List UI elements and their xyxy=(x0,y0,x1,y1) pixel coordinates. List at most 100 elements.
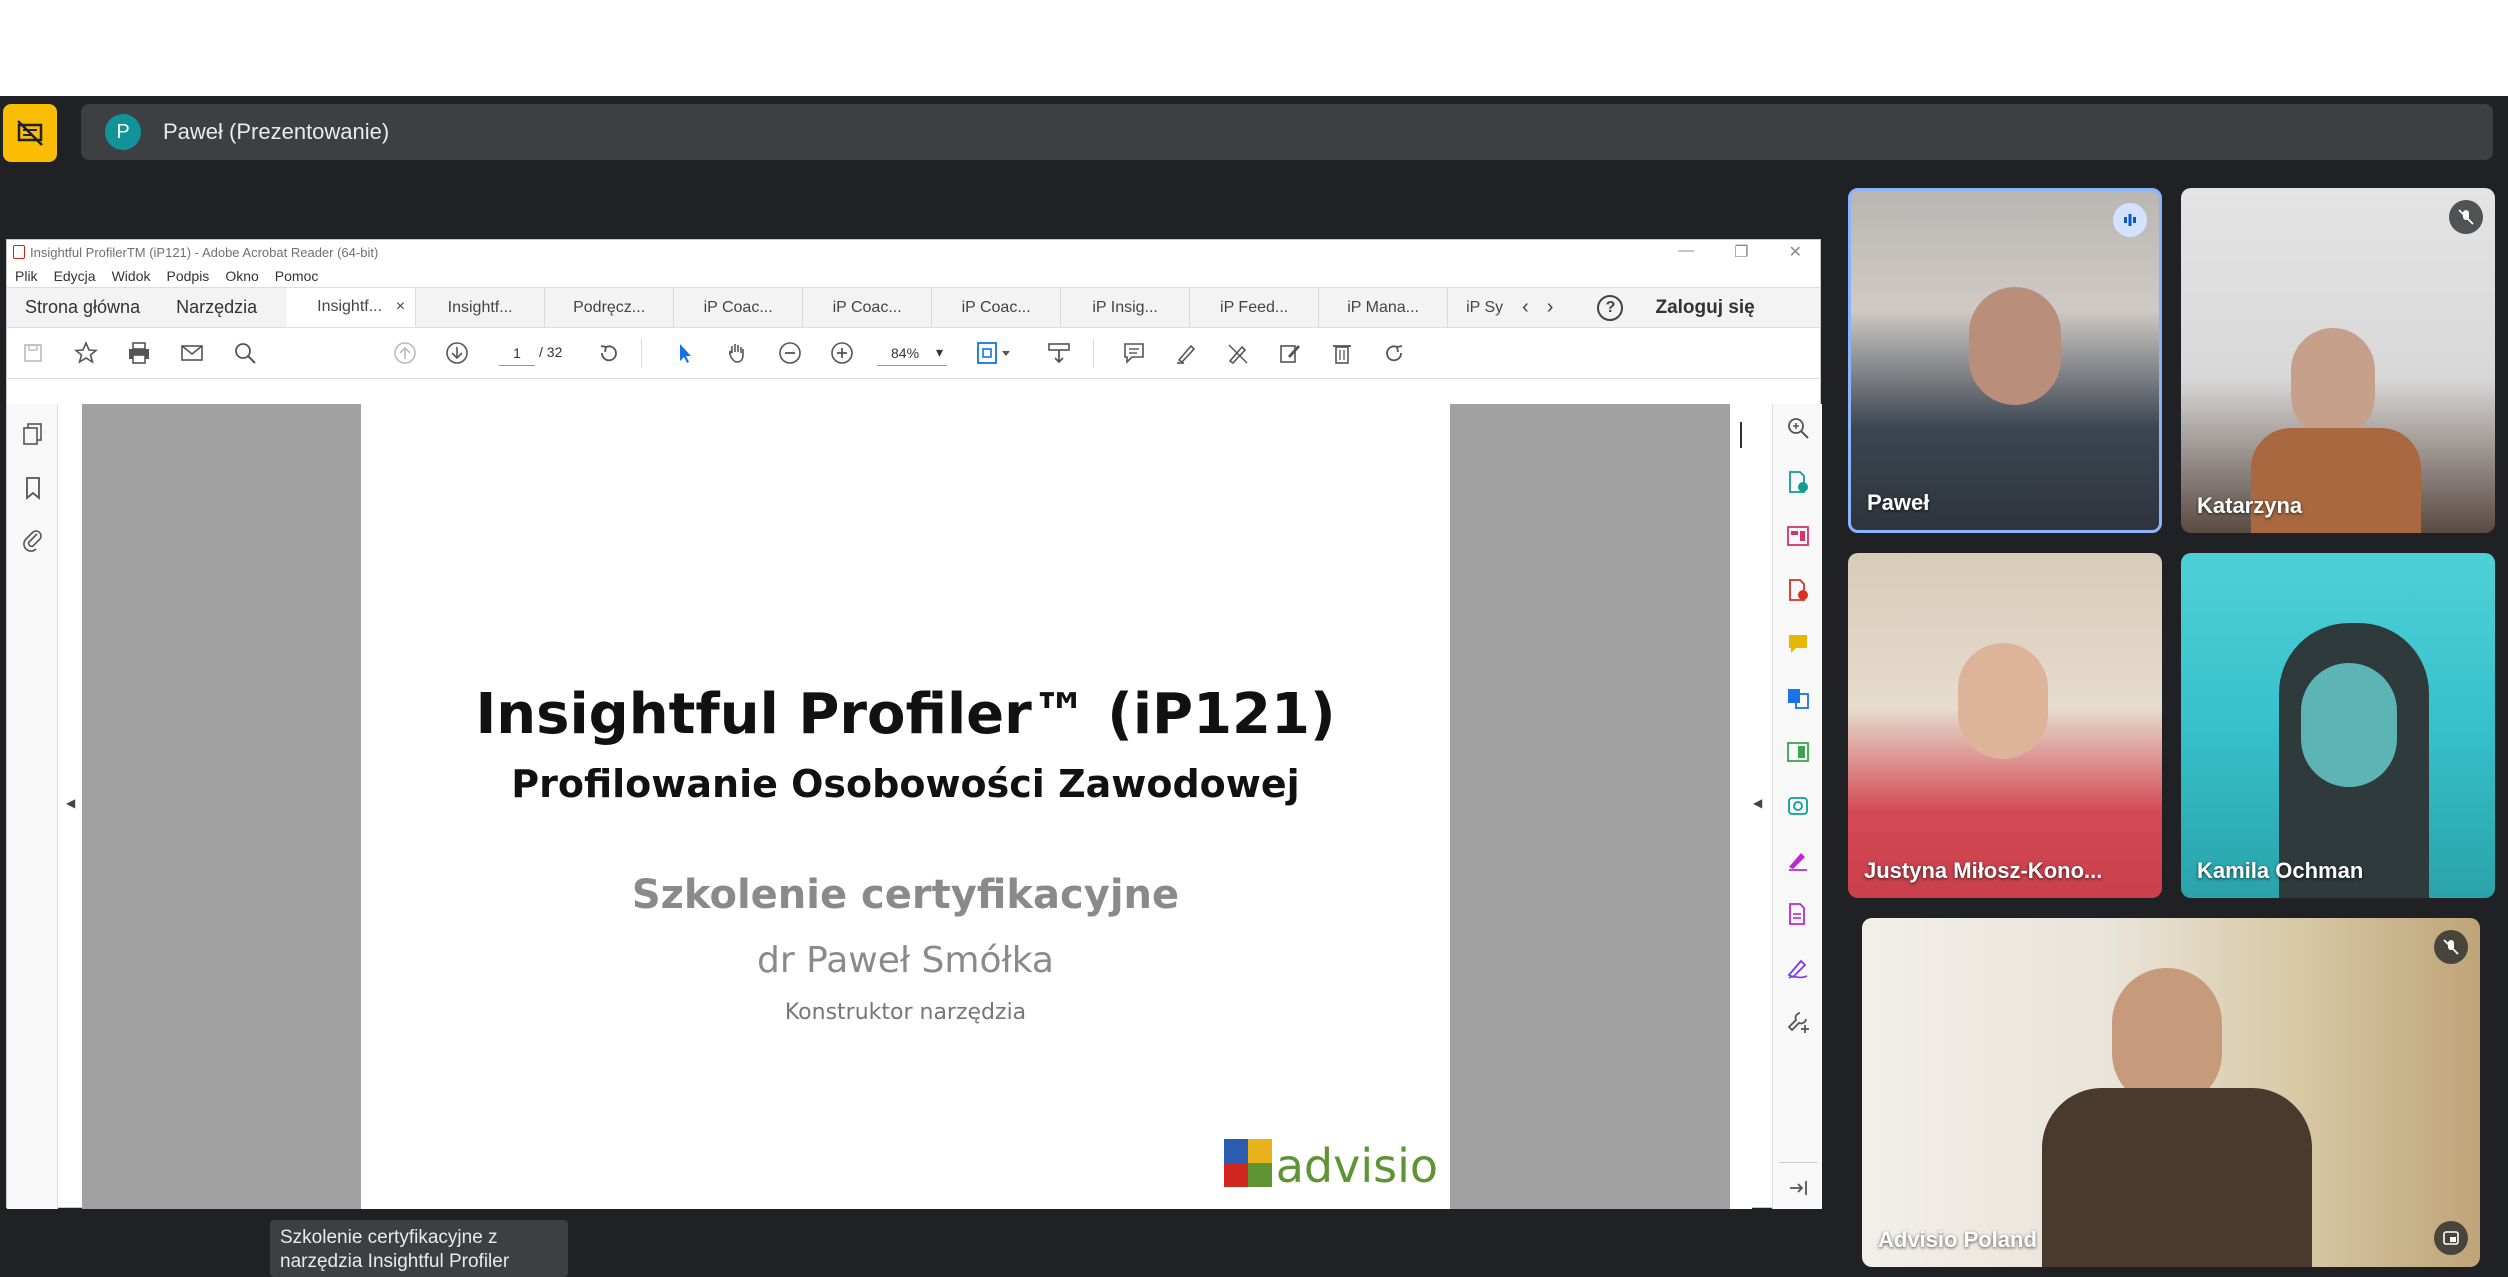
page-thumbnails-icon[interactable] xyxy=(21,422,45,446)
slide-course: Szkolenie certyfikacyjne xyxy=(631,872,1180,918)
participant-video-figure xyxy=(2301,663,2397,787)
slide-author: dr Paweł Smółka xyxy=(757,940,1054,981)
tab-tooltip: Szkolenie certyfikacyjne z narzędzia Ins… xyxy=(270,1220,568,1277)
tab-tools[interactable]: Narzędzia xyxy=(158,288,287,327)
signin-button[interactable]: Zaloguj się xyxy=(1623,288,1764,327)
scan-ocr-icon[interactable] xyxy=(1786,794,1810,818)
page-number-input[interactable]: 1 xyxy=(499,340,535,366)
select-cursor-icon[interactable] xyxy=(673,341,697,365)
vertical-scrollbar[interactable] xyxy=(1730,404,1752,1209)
advisio-logo: advisio xyxy=(1223,1139,1438,1193)
tabs-prev-icon[interactable]: ‹ xyxy=(1522,296,1529,319)
tab-document[interactable]: iP Mana... xyxy=(1319,288,1449,327)
delete-icon[interactable] xyxy=(1330,341,1354,365)
stop-presenting-button[interactable] xyxy=(3,104,57,162)
fit-page-icon[interactable] xyxy=(975,341,1015,365)
menu-okno[interactable]: Okno xyxy=(225,268,258,284)
fill-sign-icon[interactable] xyxy=(1278,341,1302,365)
meet-stage: P Paweł (Prezentowanie) Insightful Profi… xyxy=(0,96,2508,1277)
close-icon[interactable]: ✕ xyxy=(1789,242,1802,262)
menu-bar: Plik Edycja Widok Podpis Okno Pomoc xyxy=(7,264,1820,287)
print-icon[interactable] xyxy=(127,341,151,365)
more-tools-icon[interactable] xyxy=(1786,1010,1810,1034)
tabs-next-icon[interactable]: › xyxy=(1547,296,1554,319)
organize-pages-icon[interactable] xyxy=(1786,524,1810,548)
menu-plik[interactable]: Plik xyxy=(15,268,38,284)
redo-rotate-icon[interactable] xyxy=(1382,341,1406,365)
search-icon[interactable] xyxy=(233,341,257,365)
acrobat-window: Insightful ProfilerTM (iP121) - Adobe Ac… xyxy=(6,239,1822,1209)
highlight-icon[interactable] xyxy=(1174,341,1198,365)
save-icon[interactable] xyxy=(21,341,45,365)
pin-screen-icon[interactable] xyxy=(2434,1221,2468,1255)
menu-widok[interactable]: Widok xyxy=(112,268,151,284)
participant-video-figure xyxy=(2042,1088,2312,1267)
menu-podpis[interactable]: Podpis xyxy=(167,268,210,284)
participant-name: Paweł xyxy=(1867,490,1930,515)
presenter-avatar: P xyxy=(105,114,141,150)
combine-files-icon[interactable] xyxy=(1786,686,1810,710)
tab-document[interactable]: iP Feed... xyxy=(1190,288,1320,327)
fill-and-sign-icon[interactable] xyxy=(1786,848,1810,872)
minimize-icon[interactable]: — xyxy=(1678,242,1694,262)
window-titlebar: Insightful ProfilerTM (iP121) - Adobe Ac… xyxy=(7,240,1820,264)
logo-mark-icon xyxy=(1223,1139,1272,1187)
zoom-in-icon[interactable] xyxy=(830,341,854,365)
next-page-icon[interactable] xyxy=(445,341,469,365)
prev-page-icon[interactable] xyxy=(393,341,417,365)
participant-tile[interactable]: Advisio Poland xyxy=(1862,918,2480,1267)
tab-bar: Strona główna Narzędzia Insightf... × In… xyxy=(7,287,1820,328)
participant-name: Justyna Miłosz-Kono... xyxy=(1864,858,2103,883)
email-icon[interactable] xyxy=(180,341,204,365)
rotate-icon[interactable] xyxy=(597,341,621,365)
tab-document[interactable]: Insightf... xyxy=(416,288,546,327)
menu-pomoc[interactable]: Pomoc xyxy=(275,268,319,284)
participant-video-figure xyxy=(1958,643,2048,759)
slide-role: Konstruktor narzędzia xyxy=(784,1000,1027,1025)
logo-text: advisio xyxy=(1275,1139,1438,1193)
request-signature-icon[interactable] xyxy=(1786,956,1810,980)
tab-document[interactable]: iP Insig... xyxy=(1061,288,1191,327)
restore-icon[interactable]: ❐ xyxy=(1734,242,1748,262)
collapse-right-panel-icon[interactable]: ◀ xyxy=(1753,796,1762,810)
zoom-out-icon[interactable] xyxy=(778,341,802,365)
comment-icon[interactable] xyxy=(1122,341,1146,365)
menu-edycja[interactable]: Edycja xyxy=(54,268,96,284)
tab-document[interactable]: iP Coac... xyxy=(932,288,1062,327)
mic-off-icon xyxy=(2449,200,2483,234)
right-tools-rail xyxy=(1772,404,1822,1209)
collapse-left-panel-icon[interactable]: ◀ xyxy=(66,796,75,810)
attachment-icon[interactable] xyxy=(21,528,45,552)
tab-document[interactable]: iP Coac... xyxy=(803,288,933,327)
pdf-page: Insightful Profiler™ (iP121) Profilowani… xyxy=(361,404,1450,1209)
star-icon[interactable] xyxy=(74,341,98,365)
edit-pdf-icon[interactable] xyxy=(1786,740,1810,764)
scroll-mode-icon[interactable] xyxy=(1047,341,1071,365)
tab-document[interactable]: Podręcz... xyxy=(545,288,675,327)
draw-icon[interactable] xyxy=(1226,341,1250,365)
participant-tile[interactable]: Kamila Ochman xyxy=(2181,553,2495,898)
tab-document[interactable]: iP Sy xyxy=(1448,288,1508,327)
expand-panel-icon[interactable] xyxy=(1786,1176,1810,1200)
canvas-margin-right xyxy=(1450,404,1730,1209)
help-icon[interactable]: ? xyxy=(1597,294,1624,321)
tab-close-icon[interactable]: × xyxy=(396,298,405,316)
participant-tile[interactable]: Paweł xyxy=(1848,188,2162,533)
hand-tool-icon[interactable] xyxy=(725,341,749,365)
zoom-select[interactable]: 84% ▾ xyxy=(877,340,947,366)
participant-tile[interactable]: Justyna Miłosz-Kono... xyxy=(1848,553,2162,898)
bookmark-icon[interactable] xyxy=(21,476,45,500)
comment-tool-icon[interactable] xyxy=(1786,632,1810,656)
export-pdf-icon[interactable] xyxy=(1786,470,1810,494)
participant-tile[interactable]: Katarzyna xyxy=(2181,188,2495,533)
prepare-form-icon[interactable] xyxy=(1786,902,1810,926)
participant-video-figure xyxy=(2112,968,2222,1108)
slide-subtitle: Profilowanie Osobowości Zawodowej xyxy=(511,762,1300,806)
search-zoom-icon[interactable] xyxy=(1786,416,1810,440)
tab-home[interactable]: Strona główna xyxy=(7,288,158,327)
zoom-value: 84% xyxy=(891,344,920,361)
tab-document[interactable]: iP Coac... xyxy=(674,288,804,327)
tab-document-active[interactable]: Insightf... × xyxy=(287,288,417,327)
create-pdf-icon[interactable] xyxy=(1786,578,1810,602)
mic-off-icon xyxy=(2434,930,2468,964)
